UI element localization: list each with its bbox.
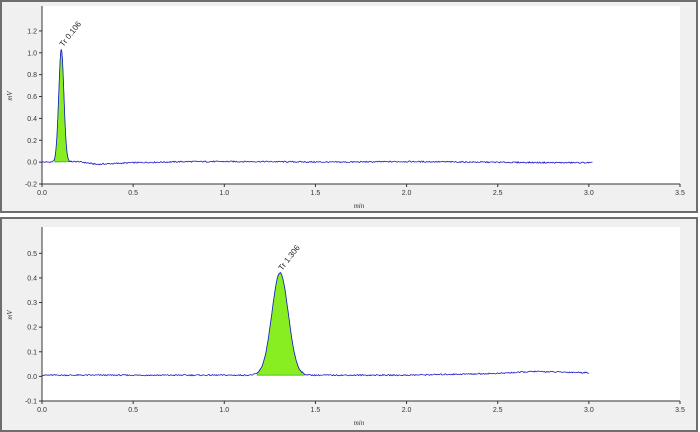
x-tick-label: 0.5: [128, 190, 138, 197]
x-tick-label: 0.0: [37, 190, 47, 197]
chromatogram-panel-bottom: 0.0 0.5 1.0 1.5 2.0 2.5 3.0 3.5 -0.1 0.0 0.1 0.2 0.3…: [0, 217, 698, 432]
y-tick-label: 0.2: [27, 138, 37, 145]
x-tick-label: 0.5: [128, 407, 138, 414]
x-tick-label: 3.5: [675, 407, 685, 414]
x-tick-label: 3.0: [584, 407, 594, 414]
plot-area: [42, 6, 680, 184]
x-tick-label: 1.5: [311, 190, 321, 197]
y-axis-title: mV: [6, 310, 14, 320]
y-tick-label: 0.1: [27, 349, 37, 356]
y-tick-label: 0.0: [27, 160, 37, 167]
y-tick-label: 1.2: [27, 28, 37, 35]
chromatogram-panel-top: 0.0 0.5 1.0 1.5 2.0 2.5 3.0 3.5 -0.2 0.0 0.2 0.4 0.6…: [0, 0, 698, 213]
x-axis-title: min: [354, 419, 365, 427]
x-tick-label: 3.0: [584, 190, 594, 197]
x-tick-label: 3.5: [675, 190, 685, 197]
chromatogram-chart-top: 0.0 0.5 1.0 1.5 2.0 2.5 3.0 3.5-0.20.00.20.40.6…: [6, 6, 685, 210]
x-tick-label: 2.0: [402, 407, 412, 414]
x-axis-title: min: [354, 202, 365, 210]
x-tick-label: 1.0: [219, 190, 229, 197]
x-tick-label: 2.5: [493, 190, 503, 197]
y-tick-label: 0.0: [27, 374, 37, 381]
y-tick-label: 0.4: [27, 275, 37, 282]
y-tick-label: 0.5: [27, 251, 37, 258]
y-tick-label: 0.2: [27, 325, 37, 332]
y-tick-label: 0.6: [27, 94, 37, 101]
x-tick-label: 2.5: [493, 407, 503, 414]
y-tick-label: 1.0: [27, 50, 37, 57]
y-tick-label: 0.3: [27, 300, 37, 307]
x-tick-label: 0.0: [37, 407, 47, 414]
y-axis-title: mV: [6, 91, 14, 101]
y-tick-label: 0.4: [27, 116, 37, 123]
x-tick-label: 1.0: [219, 407, 229, 414]
x-tick-label: 2.0: [402, 190, 412, 197]
x-tick-label: 1.5: [311, 407, 321, 414]
y-tick-label: 0.8: [27, 72, 37, 79]
y-tick-label: -0.2: [25, 182, 37, 189]
chromatogram-chart-bottom: 0.0 0.5 1.0 1.5 2.0 2.5 3.0 3.5-0.10.00.10.20.3…: [6, 227, 685, 427]
y-tick-label: -0.1: [25, 399, 37, 406]
